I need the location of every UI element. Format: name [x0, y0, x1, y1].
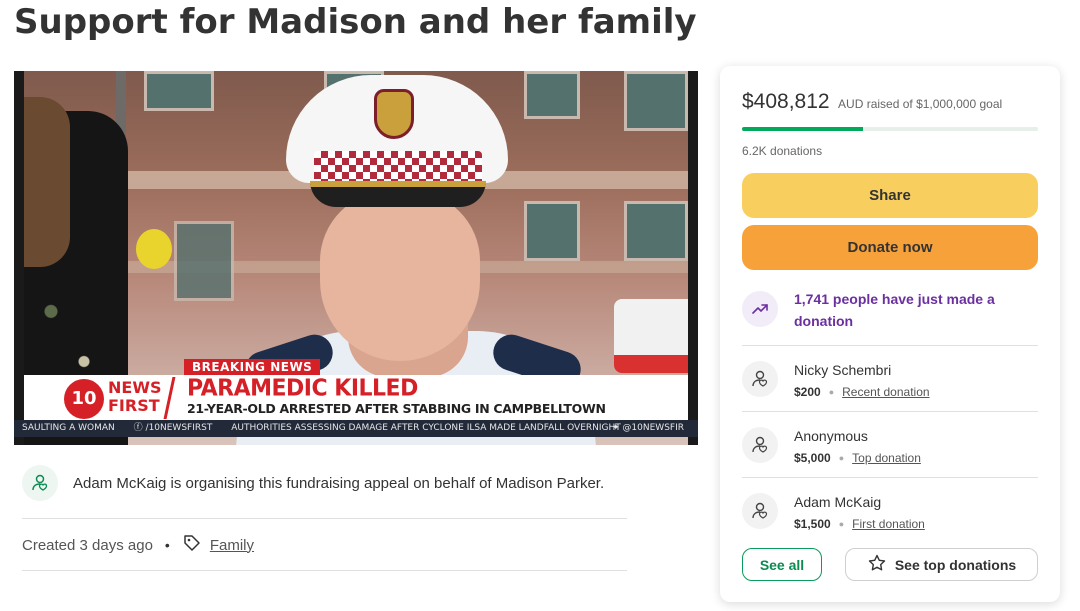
- category-link[interactable]: Family: [210, 537, 254, 554]
- fundraiser-meta: Created 3 days ago • Family: [22, 535, 254, 555]
- progress-fill: [742, 127, 863, 131]
- news-logo: 10: [64, 379, 104, 419]
- news-headline: PARAMEDIC KILLED: [187, 375, 418, 402]
- page-title: Support for Madison and her family: [14, 2, 697, 42]
- hero-video[interactable]: BREAKING NEWS 10 NEWS FIRST PARAMEDIC KI…: [14, 71, 698, 445]
- donor-item: Adam McKaig $1,500 ● First donation: [742, 478, 1038, 544]
- trending-up-icon: [742, 291, 778, 327]
- donor-amount: $5,000: [794, 451, 831, 465]
- created-date: Created 3 days ago: [22, 536, 153, 554]
- star-icon: [867, 553, 895, 576]
- see-top-donations-label: See top donations: [894, 556, 1017, 573]
- breaking-news-tag: BREAKING NEWS: [184, 359, 321, 376]
- user-heart-icon: [22, 465, 58, 501]
- donate-now-button[interactable]: Donate now: [742, 225, 1038, 270]
- user-heart-icon: [742, 427, 778, 463]
- organiser-row: Adam McKaig is organising this fundraisi…: [22, 465, 627, 519]
- tag-icon: [182, 533, 202, 557]
- activity-notice: 1,741 people have just made a donation: [742, 288, 1038, 346]
- donor-name: Nicky Schembri: [794, 362, 892, 378]
- twitter-icon: ✦: [612, 423, 623, 433]
- raised-goal: AUD raised of $1,000,000 goal: [838, 97, 1003, 111]
- news-lower-third: BREAKING NEWS 10 NEWS FIRST PARAMEDIC KI…: [14, 359, 698, 441]
- donation-type-link[interactable]: Recent donation: [842, 385, 929, 399]
- news-ticker: SAULTING A WOMAN ⓕ /10NEWSFIRST AUTHORIT…: [14, 420, 698, 437]
- donor-amount: $200: [794, 385, 821, 399]
- donation-card: $408,812 AUD raised of $1,000,000 goal 6…: [720, 66, 1060, 602]
- raised-summary: $408,812 AUD raised of $1,000,000 goal: [742, 90, 1002, 114]
- share-button[interactable]: Share: [742, 173, 1038, 218]
- organiser-text: Adam McKaig is organising this fundraisi…: [73, 475, 605, 492]
- news-subheadline: 21-YEAR-OLD ARRESTED AFTER STABBING IN C…: [187, 401, 606, 416]
- activity-text: 1,741 people have just made a donation: [794, 291, 995, 329]
- donor-item: Anonymous $5,000 ● Top donation: [742, 412, 1038, 478]
- news-logo-text: NEWS FIRST: [108, 378, 162, 415]
- donation-type-link[interactable]: First donation: [852, 517, 925, 531]
- donation-type-link[interactable]: Top donation: [852, 451, 921, 465]
- see-all-button[interactable]: See all: [742, 548, 822, 581]
- user-heart-icon: [742, 361, 778, 397]
- see-top-donations-button[interactable]: See top donations: [845, 548, 1038, 581]
- donations-count: 6.2K donations: [742, 144, 823, 158]
- progress-bar: [742, 127, 1038, 131]
- donor-amount: $1,500: [794, 517, 831, 531]
- donor-name: Anonymous: [794, 428, 868, 444]
- user-heart-icon: [742, 493, 778, 529]
- raised-amount: $408,812: [742, 90, 830, 113]
- donor-name: Adam McKaig: [794, 494, 882, 510]
- donor-item: Nicky Schembri $200 ● Recent donation: [742, 346, 1038, 412]
